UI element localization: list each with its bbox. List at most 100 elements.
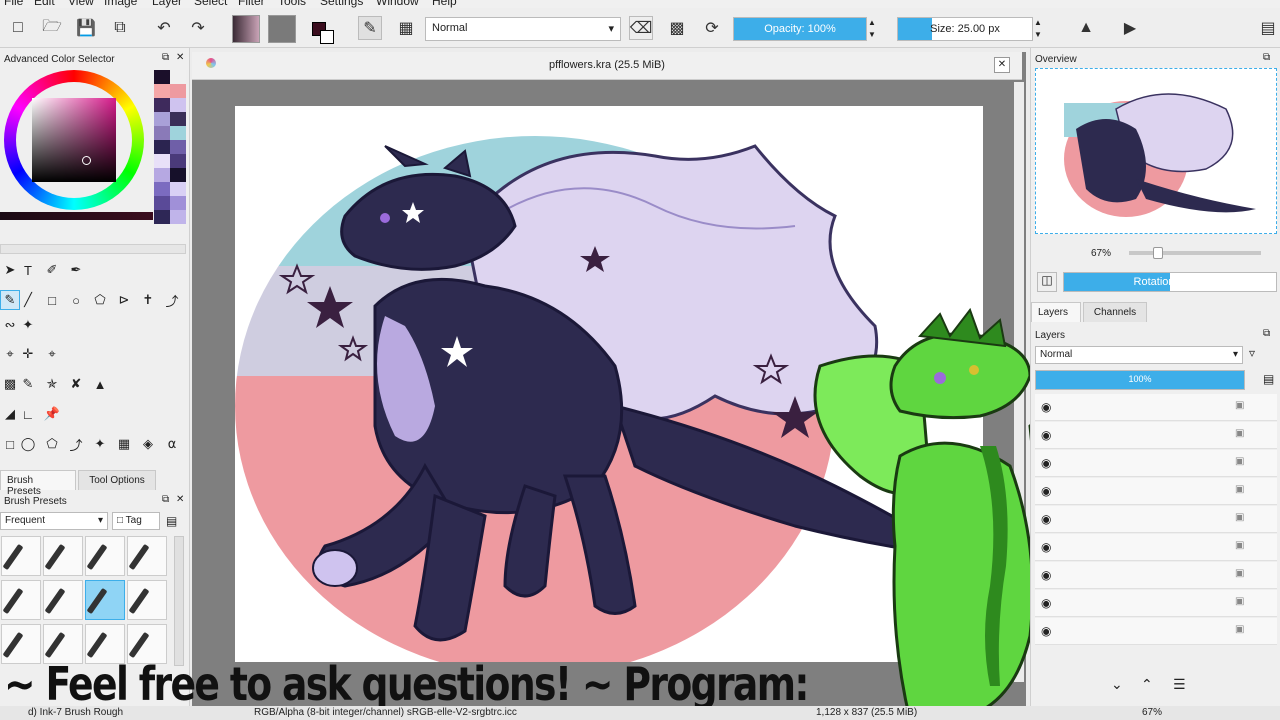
freehand-select-icon[interactable]: ⤴	[66, 434, 86, 454]
crop-icon[interactable]: ⌖	[0, 344, 20, 364]
visibility-eye-icon[interactable]: ◉	[1041, 568, 1051, 582]
new-document-icon[interactable]: □	[6, 16, 30, 40]
undo-icon[interactable]: ↶	[152, 16, 176, 40]
redo-icon[interactable]: ↷	[186, 16, 210, 40]
preset-filter-select[interactable]: Frequent ▾	[0, 512, 108, 530]
freehand-path-icon[interactable]: ⤴	[162, 290, 182, 310]
lock-icon[interactable]: ▣	[1235, 428, 1244, 439]
freehand-brush-icon[interactable]: ✎	[0, 290, 20, 310]
menu-select[interactable]: Select	[194, 0, 227, 8]
ellipse-select-icon[interactable]: ◯	[18, 434, 38, 454]
visibility-eye-icon[interactable]: ◉	[1041, 484, 1051, 498]
eraser-icon[interactable]: ⌫	[629, 16, 653, 40]
ink-brush-brush-icon[interactable]	[85, 536, 125, 576]
move-layer-up-icon[interactable]: ⌃	[1141, 676, 1153, 693]
lock-icon[interactable]: ▣	[1235, 540, 1244, 551]
gradient-swatch[interactable]	[232, 15, 260, 43]
mirror-horizontal-icon[interactable]: ▲	[1074, 16, 1098, 40]
close-icon[interactable]: ✕	[176, 52, 184, 63]
visibility-eye-icon[interactable]: ◉	[1041, 400, 1051, 414]
marker-brush-icon[interactable]	[127, 580, 167, 620]
layer-menu-icon[interactable]: ▤	[1263, 372, 1274, 386]
lock-icon[interactable]: ▣	[1235, 484, 1244, 495]
layer-blend-select[interactable]: Normal ▾	[1035, 346, 1243, 364]
brush-scrollbar[interactable]	[174, 536, 184, 666]
menu-window[interactable]: Window	[376, 0, 419, 8]
layer-row[interactable]: ◉ ▣	[1035, 394, 1277, 421]
tab-channels[interactable]: Channels	[1083, 302, 1147, 322]
color-picker-icon[interactable]: ✎	[18, 374, 38, 394]
size-slider[interactable]: Size: 25.00 px	[897, 17, 1033, 41]
move-layer-down-icon[interactable]: ⌄	[1111, 676, 1123, 693]
polygon-tool-icon[interactable]: ⬠	[90, 290, 110, 310]
polyline-tool-icon[interactable]: ⊳	[114, 290, 134, 310]
ink-pen-brush-icon[interactable]	[43, 536, 83, 576]
tab-brush-presets[interactable]: Brush Presets	[0, 470, 76, 497]
eraser-brush-icon[interactable]	[1, 536, 41, 576]
blue-pen-brush-icon[interactable]	[1, 580, 41, 620]
text-tool-icon[interactable]: T	[18, 260, 38, 280]
menu-settings[interactable]: Settings	[320, 0, 363, 8]
assistant-tool-icon[interactable]: ◢	[0, 404, 20, 424]
lock-icon[interactable]: ▣	[1235, 624, 1244, 635]
layer-properties-icon[interactable]: ☰	[1173, 676, 1186, 693]
menu-help[interactable]: Help	[432, 0, 457, 8]
transform-tool-icon[interactable]: ⌖	[42, 344, 62, 364]
tab-tool-options[interactable]: Tool Options	[78, 470, 156, 490]
move-tool-icon[interactable]: ✛	[18, 344, 38, 364]
polygon-select-icon[interactable]: ⬠	[42, 434, 62, 454]
blend-mode-select[interactable]: Normal ▾	[425, 17, 621, 41]
tab-layers[interactable]: Layers	[1031, 302, 1081, 322]
layer-row[interactable]: ◉ ▣	[1035, 562, 1277, 589]
float-icon[interactable]: ⧉	[1263, 328, 1270, 339]
layer-row[interactable]: ◉ ▣	[1035, 590, 1277, 617]
visibility-eye-icon[interactable]: ◉	[1041, 624, 1051, 638]
filter-icon[interactable]: ▿	[1249, 346, 1255, 360]
magic-wand-icon[interactable]: ✦	[90, 434, 110, 454]
gradient-tool-icon[interactable]: ▩	[0, 374, 20, 394]
colorize-mask-icon[interactable]: ✘	[66, 374, 86, 394]
layer-row[interactable]: ◉ ▣	[1035, 534, 1277, 561]
menu-layer[interactable]: Layer	[152, 0, 182, 8]
reference-tool-icon[interactable]: 📌	[42, 404, 62, 424]
ink-nib-brush-icon[interactable]	[43, 580, 83, 620]
open-folder-icon[interactable]: 🗁	[40, 16, 64, 40]
shade-strip[interactable]	[0, 212, 153, 220]
dynamic-brush-icon[interactable]: ∾	[0, 315, 20, 335]
menu-edit[interactable]: Edit	[34, 0, 55, 8]
edit-shapes-icon[interactable]: ✐	[42, 260, 62, 280]
layer-row[interactable]: ◉ ▣	[1035, 450, 1277, 477]
menu-file[interactable]: File	[4, 0, 23, 8]
mirror-vertical-icon[interactable]: ▶	[1118, 16, 1142, 40]
layer-row[interactable]: ◉ ▣	[1035, 422, 1277, 449]
menu-tools[interactable]: Tools	[278, 0, 306, 8]
lock-icon[interactable]: ▣	[1235, 456, 1244, 467]
lock-icon[interactable]: ▣	[1235, 568, 1244, 579]
rect-select-icon[interactable]: □	[0, 434, 20, 454]
opacity-spin-icon[interactable]: ▲ ▼	[868, 17, 876, 41]
overview-thumbnail[interactable]	[1035, 68, 1277, 234]
rectangle-tool-icon[interactable]: □	[42, 290, 62, 310]
lock-icon[interactable]: ▣	[1235, 596, 1244, 607]
size-spin-icon[interactable]: ▲ ▼	[1034, 17, 1042, 41]
visibility-eye-icon[interactable]: ◉	[1041, 540, 1051, 554]
pencil-brush-icon[interactable]	[127, 536, 167, 576]
hue-ring[interactable]	[4, 70, 144, 210]
visibility-eye-icon[interactable]: ◉	[1041, 428, 1051, 442]
fill-tool-icon[interactable]: ▲	[90, 374, 110, 394]
float-icon[interactable]: ⧉	[162, 52, 169, 63]
zoom-slider-handle[interactable]	[1153, 247, 1163, 259]
line-tool-icon[interactable]: ╱	[18, 290, 38, 310]
layer-row[interactable]: ◉ ▣	[1035, 478, 1277, 505]
rotation-slider[interactable]: Rotation: 0.00°	[1063, 272, 1277, 292]
saturation-value-square[interactable]	[32, 98, 116, 182]
layer-opacity-slider[interactable]: 100%	[1035, 370, 1245, 390]
opacity-slider[interactable]: Opacity: 100%	[733, 17, 867, 41]
save-icon[interactable]: 💾	[74, 16, 98, 40]
save-as-icon[interactable]: ⧉	[108, 16, 132, 40]
calligraphy-icon[interactable]: ✒	[66, 260, 86, 280]
visibility-eye-icon[interactable]: ◉	[1041, 512, 1051, 526]
chat-icon[interactable]: ▤	[1256, 16, 1280, 40]
zoom-slider[interactable]	[1129, 247, 1261, 259]
tag-select[interactable]: □ Tag	[112, 512, 160, 530]
